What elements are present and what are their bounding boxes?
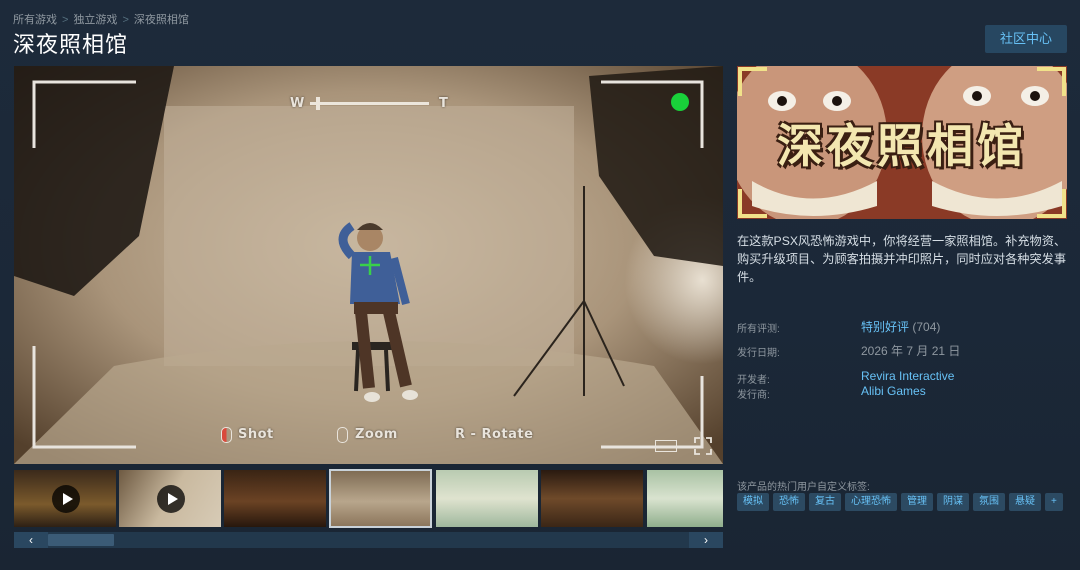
zoom-slider-knob <box>315 97 320 110</box>
community-hub-button[interactable]: 社区中心 <box>985 25 1067 53</box>
zoom-hint: Zoom <box>355 427 398 442</box>
tags-label: 该产品的热门用户自定义标签: <box>737 482 870 493</box>
thumbnail-video-2[interactable] <box>119 470 221 527</box>
mouse-left-icon <box>221 427 232 443</box>
zoom-wide-label: W <box>290 96 305 111</box>
scroll-thumb[interactable] <box>48 534 114 546</box>
reviews-value: 特别好评 (704) <box>861 318 940 335</box>
scroll-right-button[interactable]: › <box>689 532 723 548</box>
rotate-hint: R - Rotate <box>455 427 534 442</box>
tags-list: 模拟 恐怖 复古 心理恐怖 管理 阴谋 氛围 悬疑 + <box>737 493 1063 511</box>
reviews-label: 所有评测: <box>737 324 780 335</box>
tag-simulation[interactable]: 模拟 <box>737 493 769 511</box>
page-title: 深夜照相馆 <box>13 32 129 57</box>
game-description: 在这款PSX风恐怖游戏中，你将经营一家照相馆。补充物资、购买升级项目、为顾客拍摄… <box>737 234 1067 284</box>
tag-add-button[interactable]: + <box>1045 493 1063 511</box>
breadcrumb-all-games[interactable]: 所有游戏 <box>13 14 57 26</box>
breadcrumb-current-game[interactable]: 深夜照相馆 <box>134 14 189 26</box>
release-date-value: 2026 年 7 月 21 日 <box>861 344 961 358</box>
breadcrumb: 所有游戏 > 独立游戏 > 深夜照相馆 <box>13 11 189 27</box>
thumbnail-image-6[interactable] <box>541 470 643 527</box>
developer-link[interactable]: Revira Interactive <box>861 369 954 383</box>
tag-management[interactable]: 管理 <box>901 493 933 511</box>
tag-conspiracy[interactable]: 阴谋 <box>937 493 969 511</box>
play-icon <box>157 485 185 513</box>
tag-mystery[interactable]: 悬疑 <box>1009 493 1041 511</box>
thumbnail-video-1[interactable] <box>14 470 116 527</box>
scroll-left-button[interactable]: ‹ <box>14 532 48 548</box>
breadcrumb-separator: > <box>62 14 69 26</box>
game-capsule-image: 深夜照相馆 <box>737 66 1067 219</box>
game-scene-image <box>14 66 723 464</box>
zoom-slider <box>310 97 429 110</box>
mouse-wheel-icon <box>337 427 348 443</box>
thumbnail-image-4[interactable] <box>329 469 432 528</box>
play-icon <box>52 485 80 513</box>
tag-atmospheric[interactable]: 氛围 <box>973 493 1005 511</box>
capsule-title: 深夜照相馆 <box>777 119 1027 173</box>
thumbnail-image-7[interactable] <box>647 470 723 527</box>
thumbnail-image-5[interactable] <box>436 470 538 527</box>
main-screenshot[interactable]: W T Shot Zoom R - Rotate <box>14 66 723 464</box>
record-indicator-icon <box>671 93 689 111</box>
breadcrumb-indie-games[interactable]: 独立游戏 <box>73 14 117 26</box>
reviews-summary-link[interactable]: 特别好评 <box>861 320 909 334</box>
release-date-label: 发行日期: <box>737 348 780 359</box>
fullscreen-icon[interactable] <box>694 437 712 455</box>
tag-psychological-horror[interactable]: 心理恐怖 <box>845 493 897 511</box>
publisher-link[interactable]: Alibi Games <box>861 384 926 398</box>
tag-horror[interactable]: 恐怖 <box>773 493 805 511</box>
tag-retro[interactable]: 复古 <box>809 493 841 511</box>
reviews-count: (704) <box>912 320 941 334</box>
developer-label: 开发者: <box>737 375 770 386</box>
screen-mode-icon <box>655 440 677 452</box>
breadcrumb-separator: > <box>122 14 129 26</box>
shot-hint: Shot <box>238 427 274 442</box>
zoom-tele-label: T <box>439 96 449 111</box>
publisher-label: 发行商: <box>737 390 770 401</box>
thumbnail-image-3[interactable] <box>224 470 326 527</box>
thumbnail-scrollbar[interactable]: ‹ › <box>14 532 723 548</box>
